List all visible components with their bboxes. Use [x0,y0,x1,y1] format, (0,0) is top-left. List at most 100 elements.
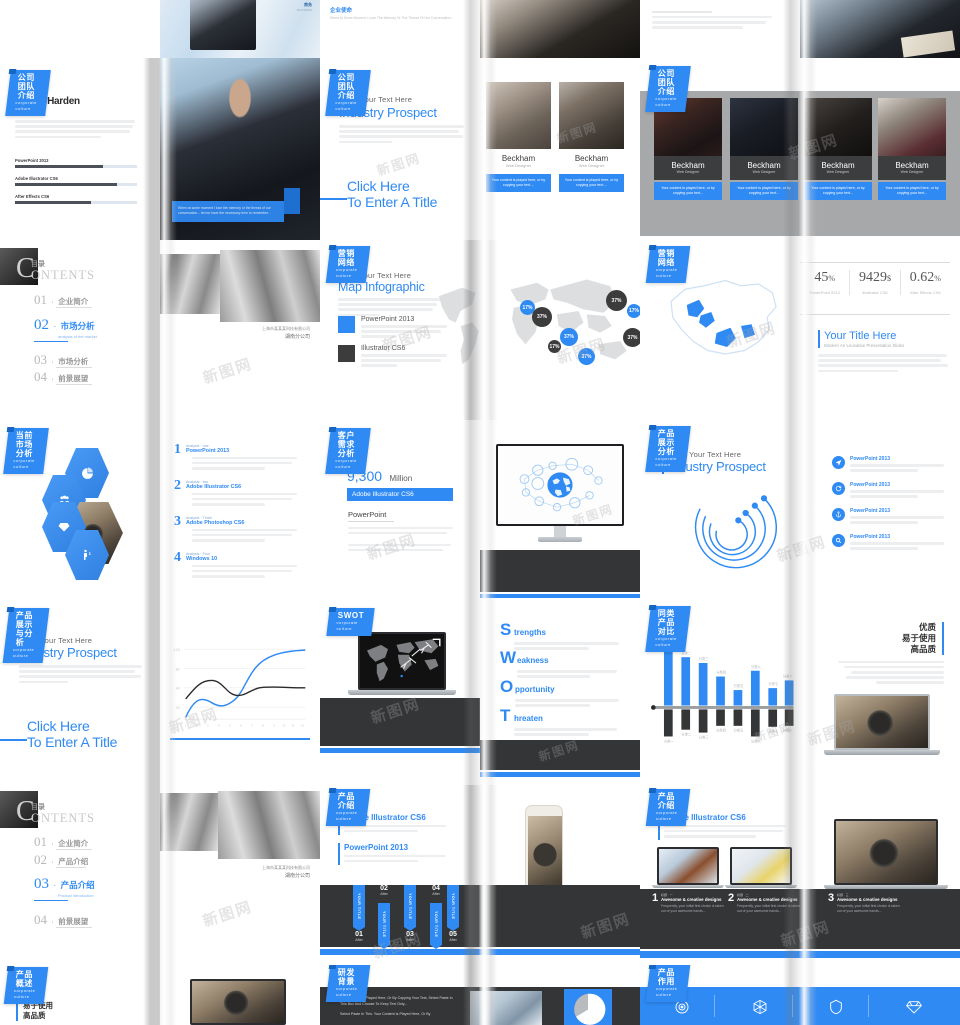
team-card[interactable]: Beckham Web Designer Your content is pla… [878,98,946,200]
svg-text:80: 80 [176,667,180,671]
swot-item: T hreaten [500,707,628,738]
slide-product-intro-steps[interactable]: 产品介绍 corporate culture Adobe Illustrator … [320,785,640,965]
prospect-cta-2[interactable]: Click Here To Enter A Title [27,718,117,750]
search-icon [832,534,845,547]
svg-text:分类三: 分类三 [699,734,710,739]
toc-item[interactable]: 01 · 企业简介 [34,291,92,308]
line-chart: 12080 4020 123 456 789 10 11 12 [174,648,306,727]
send-icon [832,456,845,469]
toc-item[interactable]: 03 · 市场分析 [34,351,92,368]
svg-text:11: 11 [292,723,295,727]
stat-group: 45% PowerPoint 2013 9429$ Illustrator CS… [800,270,950,295]
skill-row: After Effects CS6 [15,194,137,204]
slide-monitor-network[interactable]: 新图网 [480,420,640,600]
svg-text:6: 6 [240,723,242,727]
toc-item[interactable]: 02 · 产品介绍 [34,851,88,868]
svg-text:分类五: 分类五 [734,728,745,733]
slide-cover-mission-top[interactable]: 企业使命 When At Some Moment I Lose The Memo… [320,0,480,58]
slide-photo-suit-a[interactable] [480,0,640,58]
building-caption-1: 上海市某某某科技有限公司 [262,326,310,331]
world-map-silhouette [438,279,627,365]
slide-product-intro-cards[interactable]: 产品介绍 corporate culture Adobe Illustrator … [640,785,960,965]
team-card[interactable]: Beckham Web Designer Your content is pla… [486,82,551,192]
slide-rd-background[interactable]: 研发背景 corporate culture Your Content Is Pl… [320,965,640,1025]
step-label: 03 After [406,931,414,942]
demand-bar-label: Adobe Illustrator CS6 [347,488,453,501]
step-ribbon[interactable]: YOUR TITLE [447,885,459,927]
contents-en: ONTENTS [31,268,95,282]
svg-text:分类七: 分类七 [768,729,779,734]
slide-contents-2[interactable]: C 目录 ONTENTS 01 · 企业简介 02 · 产品介绍 03 · 产品… [0,785,160,965]
swot-item: W eakness [500,649,628,680]
svg-text:40: 40 [176,687,180,691]
slide-industry-prospect-2[interactable]: 产品展示与分析 corporate culture Enter Your Text… [0,600,160,785]
step-label: 05 After [449,931,457,942]
svg-text:分类一: 分类一 [664,738,675,743]
toc-item[interactable]: 01 · 企业简介 [34,833,92,850]
svg-text:10: 10 [282,723,286,727]
team-card[interactable]: Beckham Web Designer Your content is pla… [654,98,722,200]
svg-text:3: 3 [207,723,209,727]
slide-swot[interactable]: S trengths W eakness O pportunity T hrea… [480,600,640,785]
slide-china-map-stats[interactable]: 营销网络 corporate culture 新图网 45% PowerPoint… [640,240,960,420]
profile-body [15,120,135,139]
svg-text:20: 20 [176,706,180,710]
slide-cover-photo-top[interactable]: 商务 BUSINESS [160,0,320,58]
arc-list-item[interactable]: PowerPoint 2013 [832,508,950,526]
slide-customer-demand[interactable]: 客户需求分析 corporate culture 9,300 Million Ad… [320,420,480,600]
slide-team-four-up[interactable]: 公司团队介绍 corporate culture Beckham Web Desi… [640,58,960,240]
slide-building[interactable]: 上海市某某某科技有限公司 湖南分公司 新图网 [160,240,320,420]
step-ribbon[interactable]: YOUR TITLE [378,903,390,945]
slide-arc-icon-list[interactable]: 产品展示分析 corporate culture Enter Your Text … [640,420,960,600]
team-card[interactable]: Beckham Web Designer Your content is pla… [559,82,624,192]
svg-text:分类二: 分类二 [681,732,692,737]
slide-overview-photo[interactable] [160,965,320,1025]
slide-product-quality[interactable]: 优质 易于使用 高品质 新图网 [800,600,960,785]
slide-bar-chart[interactable]: 同类产品对比 corporate culture 分类二 分类三 分类四 分类五… [640,600,800,785]
svg-text:分类八: 分类八 [783,728,794,733]
shield-icon [828,999,844,1020]
demand-subtitle: PowerPoint [348,510,394,522]
svg-text:分类三: 分类三 [699,656,710,661]
slide-portrait-quote[interactable]: When at some moment I lose the memory or… [160,58,320,240]
step-ribbon[interactable]: YOUR TITLE [353,885,365,927]
skill-row: PowerPoint 2013 [15,158,137,168]
slide-industry-prospect-1[interactable]: 公司团队介绍 corporate culture Enter Your Text … [320,58,480,240]
toc-item-active[interactable]: 02 · 市场分析 analysis of the market [34,316,97,343]
slide-contents-1[interactable]: C 目录 ONTENTS 01 · 企业简介 02 · 市场分析 analysi… [0,240,160,420]
slide-map-infographic[interactable]: 营销网络 corporate culture Enter Your Text He… [320,240,640,420]
slide-line-chart[interactable]: 120 80 40 20 123 456 789 10 11 12 新图网 [160,600,320,785]
team-card[interactable]: Beckham Web Designer Your content is pla… [730,98,798,200]
step-label: 04 After [432,885,440,896]
toc-item[interactable]: 04 · 前景展望 [34,911,92,928]
slide-analysis-list[interactable]: 1 Analysis · one PowerPoint 2013 2 Analy… [160,420,320,600]
target-icon [674,999,690,1020]
slide-market-hexagons[interactable]: 当前市场分析 corporate culture [0,420,160,600]
slide-team-profile[interactable]: 公司团队介绍corporate culture James Harden Web… [0,58,160,240]
svg-text:分类五: 分类五 [734,683,745,688]
anchor-icon [832,508,845,521]
demand-unit: Million [389,474,413,483]
slide-building-2[interactable]: 上海市某某某科技有限公司 湖南分公司 新图网 [160,785,320,965]
toc-item[interactable]: 04 · 前景展望 [34,368,92,385]
slide-photo-suit-b[interactable] [800,0,960,58]
prospect-cta[interactable]: Click Here To Enter A Title [347,178,437,210]
svg-text:8: 8 [262,723,264,727]
mission-title: 企业使命 [330,8,353,14]
arc-list-item[interactable]: PowerPoint 2013 [832,482,950,500]
ppt-template-preview-sheet: 商务 BUSINESS 企业使命 When At Some Moment I L… [0,0,960,1025]
toc-item-active[interactable]: 03 · 产品介绍 Product introduction [34,875,95,902]
slide-team-two-up[interactable]: Beckham Web Designer Your content is pla… [480,58,640,240]
slide-product-use[interactable]: 产品作用 corporate culture [640,965,960,1025]
product-card: 3 标题 · 三 Awesome & creative designs Freq… [828,892,900,914]
swot-item: S trengths [500,621,628,652]
svg-text:分类八: 分类八 [783,674,794,679]
slide-product-overview[interactable]: 产品概述corporate culture 优质 易于使用 高品质 [0,965,160,1025]
slide-laptop-world[interactable]: SWOT corporate culture 新图网 [320,600,480,785]
slide-blank-top[interactable] [640,0,800,58]
step-ribbon[interactable]: YOUR TITLE [404,885,416,927]
arc-list-item[interactable]: PowerPoint 2013 [832,456,950,474]
arc-list-item[interactable]: PowerPoint 2013 [832,534,950,552]
team-card[interactable]: Beckham Web Designer Your content is pla… [804,98,872,200]
svg-text:分类六: 分类六 [751,664,762,669]
